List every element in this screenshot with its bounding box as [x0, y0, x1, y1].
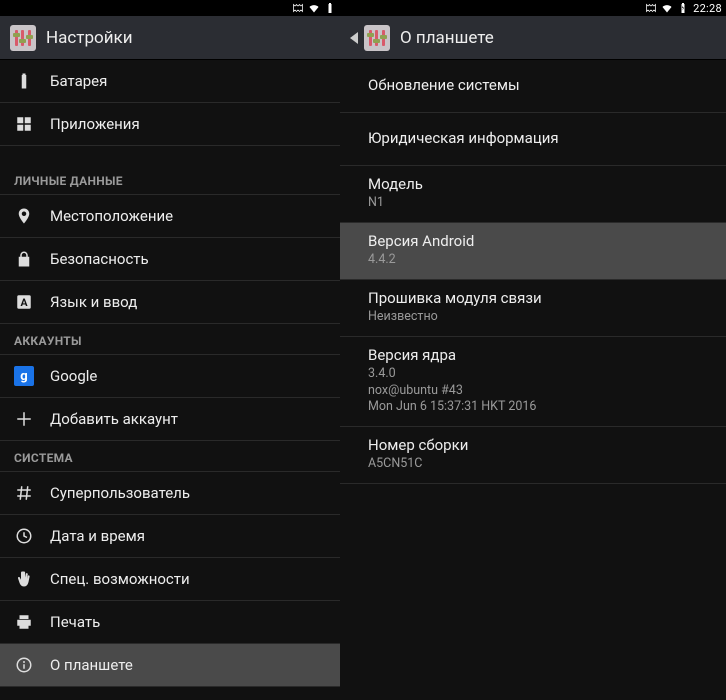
battery-charging-icon — [677, 2, 689, 14]
info-value: Неизвестно — [368, 309, 698, 326]
row-legal[interactable]: Юридическая информация — [340, 113, 726, 166]
row-label: Местоположение — [50, 207, 173, 225]
apps-icon — [14, 114, 34, 134]
header-title: Настройки — [46, 28, 133, 48]
header-title: О планшете — [400, 28, 494, 48]
row-security[interactable]: Безопасность — [0, 238, 340, 281]
row-superuser[interactable]: Суперпользователь — [0, 472, 340, 515]
row-print[interactable]: Печать — [0, 601, 340, 644]
info-value: 4.4.2 — [368, 252, 698, 269]
info-icon — [14, 655, 34, 675]
row-add-account[interactable]: Добавить аккаунт — [0, 398, 340, 441]
row-label: Язык и ввод — [50, 293, 137, 311]
settings-app-icon — [364, 25, 390, 51]
sliders-icon — [13, 28, 33, 48]
row-label: Google — [50, 367, 97, 385]
row-battery[interactable]: Батарея — [0, 60, 340, 103]
info-title: Версия ядра — [368, 346, 698, 364]
row-about[interactable]: О планшете — [0, 644, 340, 687]
header: Настройки — [0, 16, 340, 60]
vibrate-icon — [292, 2, 304, 14]
wifi-icon — [661, 2, 673, 14]
google-icon: g — [14, 366, 34, 386]
row-label: Спец. возможности — [50, 570, 190, 588]
row-accessibility[interactable]: Спец. возможности — [0, 558, 340, 601]
vibrate-icon — [645, 2, 657, 14]
location-icon — [14, 206, 34, 226]
info-title: Модель — [368, 175, 698, 193]
row-build[interactable]: Номер сборки A5CN51C — [340, 427, 726, 484]
row-kernel[interactable]: Версия ядра 3.4.0 nox@ubuntu #43 Mon Jun… — [340, 337, 726, 428]
settings-screen: Настройки Батарея Приложения ЛИЧНЫЕ ДАНН… — [0, 0, 340, 700]
section-accounts: АККАУНТЫ — [0, 324, 340, 355]
row-label: О планшете — [50, 656, 133, 674]
row-language[interactable]: A Язык и ввод — [0, 281, 340, 324]
clock-icon — [14, 526, 34, 546]
info-title: Номер сборки — [368, 436, 698, 454]
row-label: Приложения — [50, 115, 140, 133]
row-datetime[interactable]: Дата и время — [0, 515, 340, 558]
status-bar: 22:28 — [340, 0, 726, 16]
status-bar — [0, 0, 340, 16]
section-system: СИСТЕМА — [0, 441, 340, 472]
row-location[interactable]: Местоположение — [0, 195, 340, 238]
status-time: 22:28 — [693, 2, 722, 15]
hand-icon — [14, 569, 34, 589]
info-title: Прошивка модуля связи — [368, 289, 698, 307]
settings-app-icon — [10, 25, 36, 51]
info-value: N1 — [368, 195, 698, 212]
svg-text:A: A — [20, 296, 28, 309]
about-list[interactable]: Обновление системы Юридическая информаци… — [340, 60, 726, 700]
info-value: A5CN51C — [368, 456, 698, 473]
hash-icon — [14, 483, 34, 503]
info-title: Юридическая информация — [368, 129, 698, 147]
battery-icon — [14, 71, 34, 91]
wifi-icon — [308, 2, 320, 14]
row-label: Суперпользователь — [50, 484, 190, 502]
row-baseband[interactable]: Прошивка модуля связи Неизвестно — [340, 280, 726, 337]
info-title: Обновление системы — [368, 76, 698, 94]
header[interactable]: О планшете — [340, 16, 726, 60]
row-system-update[interactable]: Обновление системы — [340, 60, 726, 113]
language-icon: A — [14, 292, 34, 312]
sliders-icon — [367, 28, 387, 48]
back-icon[interactable] — [350, 32, 358, 44]
row-apps[interactable]: Приложения — [0, 103, 340, 146]
print-icon — [14, 612, 34, 632]
settings-list[interactable]: Батарея Приложения ЛИЧНЫЕ ДАННЫЕ Местопо… — [0, 60, 340, 700]
row-label: Дата и время — [50, 527, 145, 545]
about-screen: 22:28 О планшете Обновление системы Юрид… — [340, 0, 726, 700]
info-value: 3.4.0 nox@ubuntu #43 Mon Jun 6 15:37:31 … — [368, 366, 698, 417]
section-personal: ЛИЧНЫЕ ДАННЫЕ — [0, 164, 340, 195]
plus-icon — [14, 409, 34, 429]
row-label: Печать — [50, 613, 100, 631]
row-google[interactable]: g Google — [0, 355, 340, 398]
row-android-version[interactable]: Версия Android 4.4.2 — [340, 223, 726, 280]
info-title: Версия Android — [368, 232, 698, 250]
row-label: Добавить аккаунт — [50, 410, 178, 428]
row-label: Безопасность — [50, 250, 149, 268]
lock-icon — [14, 249, 34, 269]
row-label: Батарея — [50, 72, 107, 90]
row-model[interactable]: Модель N1 — [340, 166, 726, 223]
battery-icon — [324, 2, 336, 14]
